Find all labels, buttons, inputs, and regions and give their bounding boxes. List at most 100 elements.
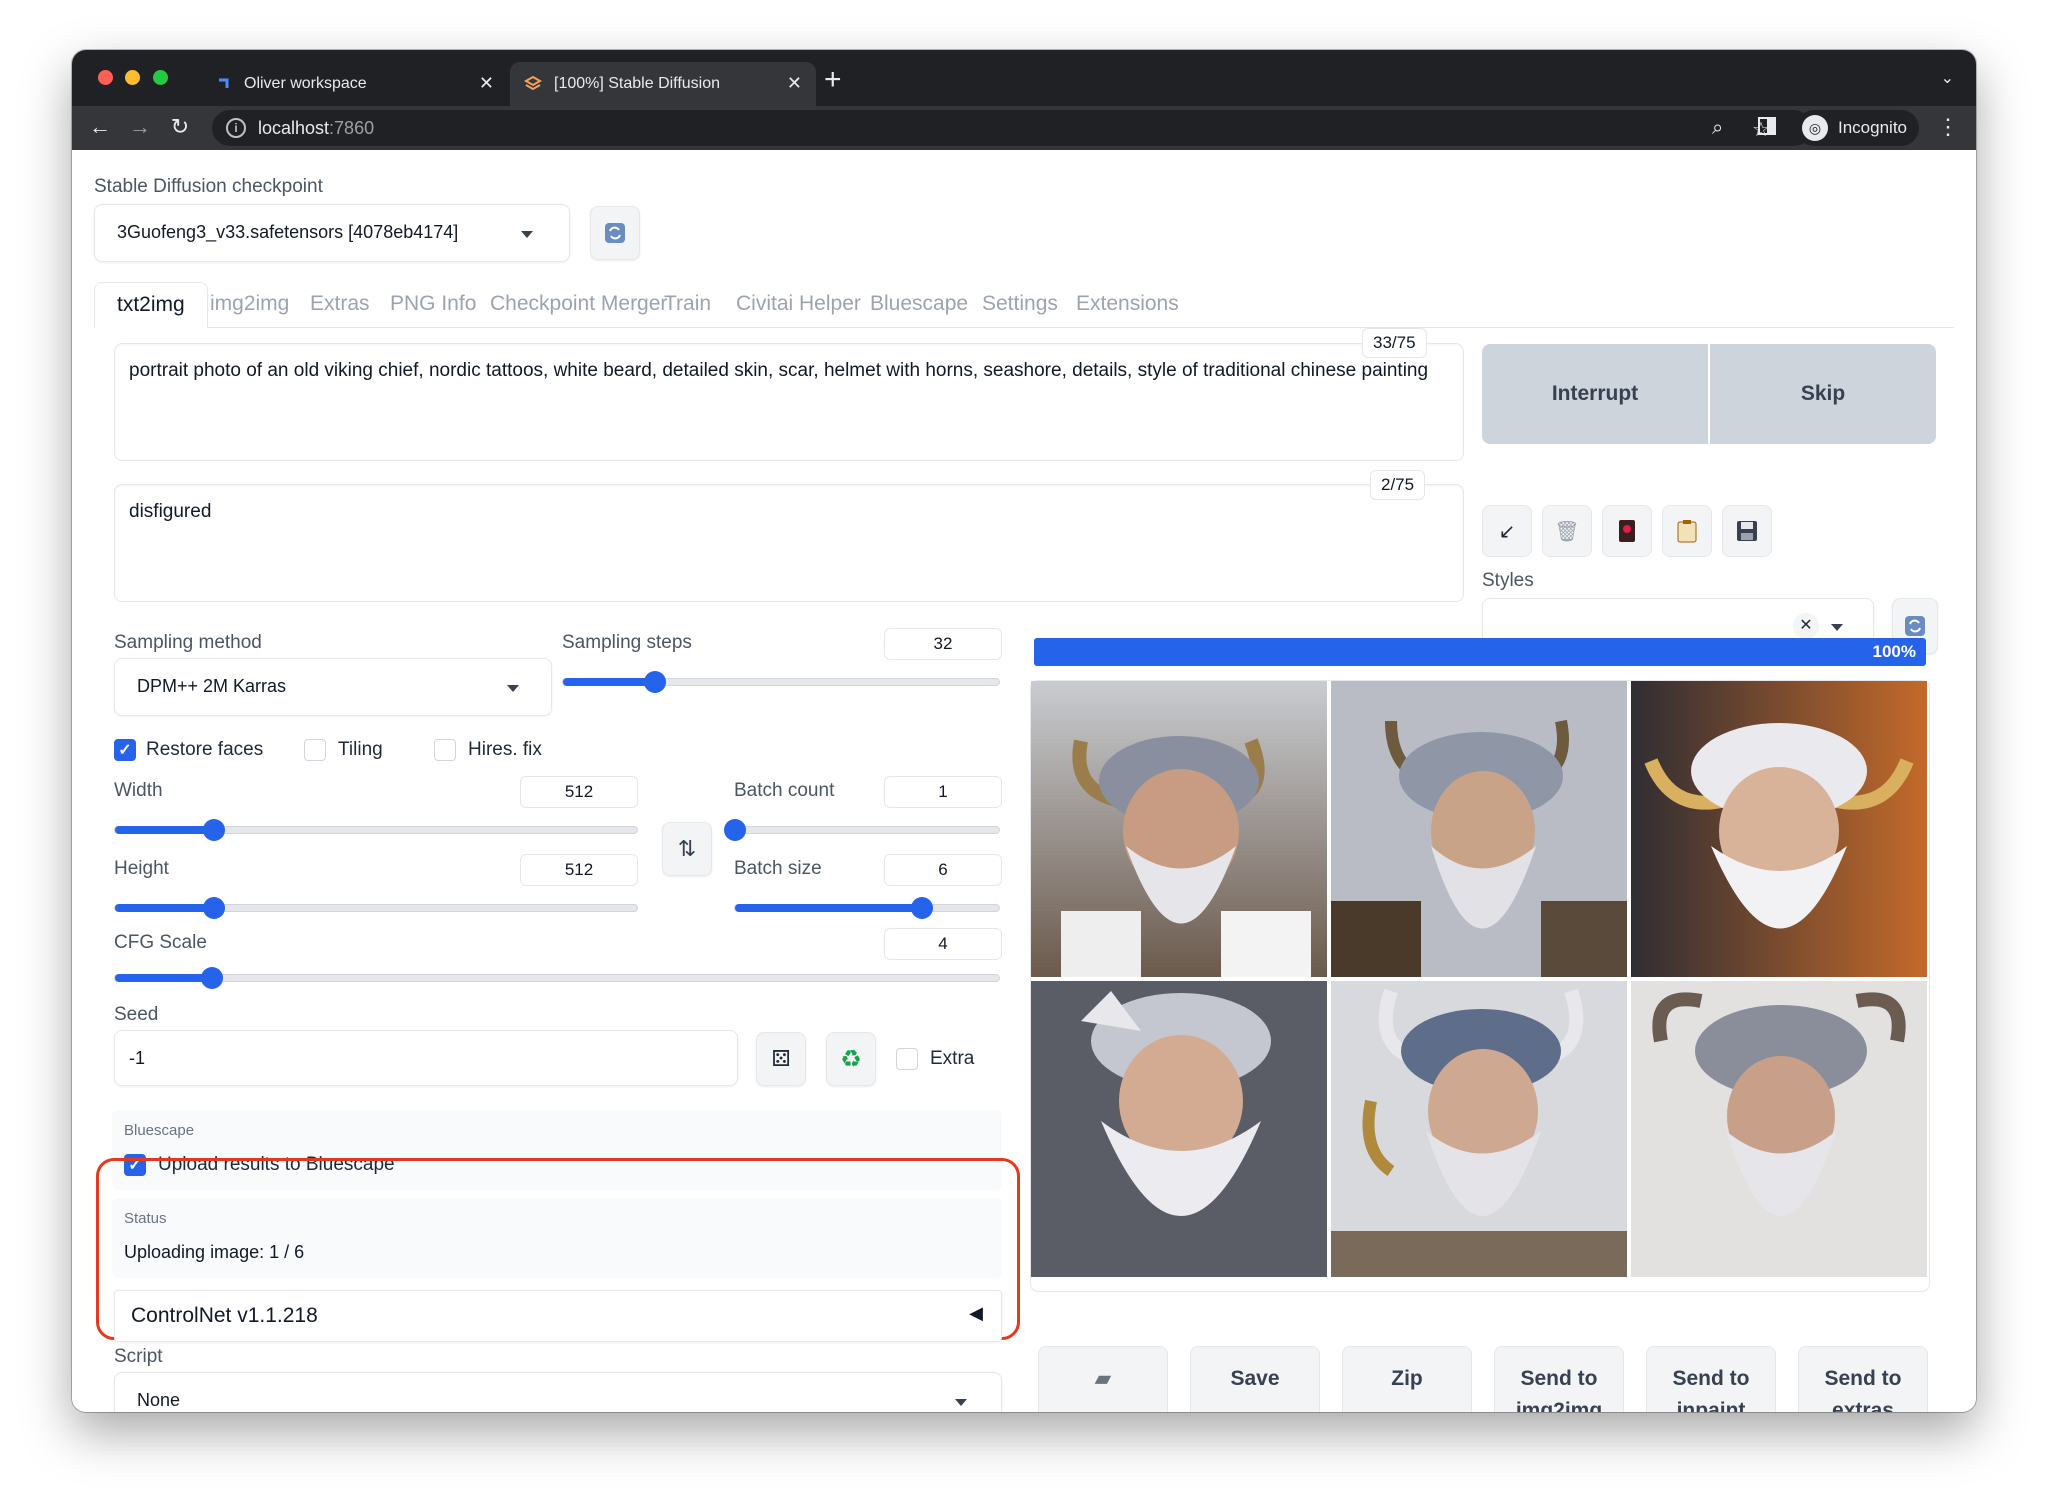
controlnet-accordion[interactable]: ControlNet v1.1.218 ◀ — [114, 1290, 1002, 1342]
negative-prompt-textarea[interactable]: disfigured — [114, 484, 1464, 602]
save-style-button[interactable] — [1722, 505, 1772, 557]
width-label: Width — [114, 780, 163, 801]
slider-thumb[interactable] — [724, 819, 746, 841]
main-tabs: txt2img img2img Extras PNG Info Checkpoi… — [94, 282, 1954, 328]
browser-window: Oliver workspace ✕ [100%] Stable Diffusi… — [72, 50, 1976, 1412]
batch-size-label: Batch size — [734, 858, 822, 879]
refresh-icon — [605, 223, 625, 243]
zoom-icon[interactable]: ⌕ — [1712, 117, 1723, 140]
send-to-inpaint-button[interactable]: Send to inpaint — [1646, 1346, 1776, 1412]
tab-png-info[interactable]: PNG Info — [390, 282, 476, 328]
script-dropdown[interactable]: None — [114, 1372, 1002, 1412]
open-folder-button[interactable]: ▰ — [1038, 1346, 1168, 1412]
chevron-down-icon — [521, 231, 533, 238]
refresh-checkpoint-button[interactable] — [590, 206, 640, 260]
sampling-steps-input[interactable]: 32 — [884, 628, 1002, 660]
tiling-checkbox[interactable] — [304, 739, 326, 761]
output-image[interactable] — [1031, 681, 1327, 977]
zip-button[interactable]: Zip — [1342, 1346, 1472, 1412]
restore-faces-checkbox[interactable]: ✓ — [114, 739, 136, 761]
tab-txt2img[interactable]: txt2img — [94, 282, 208, 328]
send-to-extras-button[interactable]: Send to extras — [1798, 1346, 1928, 1412]
output-image[interactable] — [1331, 981, 1627, 1277]
dice-icon: ⚄ — [771, 1046, 791, 1071]
cfg-scale-label: CFG Scale — [114, 932, 207, 953]
batch-size-slider[interactable] — [734, 897, 1000, 919]
browser-menu-icon[interactable]: ⋮ — [1934, 114, 1962, 140]
back-icon[interactable]: ← — [86, 114, 114, 140]
close-tab-icon[interactable]: ✕ — [479, 73, 494, 94]
slider-thumb[interactable] — [203, 897, 226, 919]
browser-tab-oliver[interactable]: Oliver workspace ✕ — [200, 62, 508, 106]
reuse-seed-button[interactable]: ♻ — [826, 1032, 876, 1086]
height-slider[interactable] — [114, 897, 638, 919]
tab-search-chevron-icon[interactable]: ⌄ — [1941, 68, 1954, 88]
width-slider[interactable] — [114, 819, 638, 841]
tab-extensions[interactable]: Extensions — [1076, 282, 1179, 328]
collapse-arrow-icon: ◀ — [969, 1303, 983, 1323]
tab-img2img[interactable]: img2img — [210, 282, 289, 328]
minimize-window-button[interactable] — [125, 70, 141, 85]
checkpoint-dropdown[interactable]: 3Guofeng3_v33.safetensors [4078eb4174] — [94, 204, 570, 262]
side-panel-icon[interactable] — [1758, 117, 1776, 141]
slider-thumb[interactable] — [201, 967, 224, 989]
site-info-icon[interactable]: i — [226, 118, 246, 138]
slider-thumb[interactable] — [911, 897, 934, 919]
sampling-method-dropdown[interactable]: DPM++ 2M Karras — [114, 658, 552, 716]
slider-thumb[interactable] — [643, 671, 666, 693]
swap-dimensions-button[interactable]: ⇅ — [662, 822, 712, 876]
incognito-label: Incognito — [1838, 118, 1907, 137]
output-image[interactable] — [1631, 981, 1927, 1277]
slider-thumb[interactable] — [203, 819, 226, 841]
read-params-button[interactable]: ↙ — [1482, 505, 1532, 557]
prompt-textarea[interactable]: portrait photo of an old viking chief, n… — [114, 343, 1464, 461]
new-tab-icon[interactable]: + — [824, 63, 842, 97]
reload-icon[interactable]: ↻ — [166, 114, 194, 140]
seed-input[interactable]: -1 — [114, 1030, 738, 1086]
trash-icon: 🗑 — [1554, 520, 1580, 543]
save-button[interactable]: Save — [1190, 1346, 1320, 1412]
bluescape-title: Bluescape — [124, 1122, 195, 1139]
interrupt-button[interactable]: Interrupt — [1482, 344, 1708, 444]
apply-style-button[interactable] — [1662, 505, 1712, 557]
output-image[interactable] — [1031, 981, 1327, 1277]
clear-prompt-button[interactable]: 🗑 — [1542, 505, 1592, 557]
clear-styles-icon[interactable]: ✕ — [1793, 613, 1819, 639]
send-to-img2img-button[interactable]: Send to img2img — [1494, 1346, 1624, 1412]
hires-fix-checkbox[interactable] — [434, 739, 456, 761]
tab-civitai-helper[interactable]: Civitai Helper — [736, 282, 861, 328]
batch-size-input[interactable]: 6 — [884, 854, 1002, 886]
chevron-down-icon — [1831, 624, 1843, 631]
batch-count-slider[interactable] — [724, 819, 1000, 841]
cfg-scale-input[interactable]: 4 — [884, 928, 1002, 960]
tab-settings[interactable]: Settings — [982, 282, 1058, 328]
script-label: Script — [114, 1346, 163, 1367]
output-image[interactable] — [1631, 681, 1927, 977]
width-input[interactable]: 512 — [520, 776, 638, 808]
close-window-button[interactable] — [98, 70, 113, 85]
tab-title: Oliver workspace — [244, 75, 367, 92]
sampling-method-value: DPM++ 2M Karras — [137, 676, 287, 696]
cfg-scale-slider[interactable] — [114, 967, 1000, 989]
height-input[interactable]: 512 — [520, 854, 638, 886]
tab-train[interactable]: Train — [664, 282, 711, 328]
random-seed-button[interactable]: ⚄ — [756, 1032, 806, 1086]
maximize-window-button[interactable] — [152, 70, 168, 85]
batch-count-input[interactable]: 1 — [884, 776, 1002, 808]
address-bar[interactable]: i localhost:7860 ⌕ ☆ — [212, 110, 1812, 146]
webui-content: Stable Diffusion checkpoint 3Guofeng3_v3… — [72, 150, 1976, 1412]
extra-seed-checkbox[interactable] — [896, 1048, 918, 1070]
output-image[interactable] — [1331, 681, 1627, 977]
extra-networks-button[interactable] — [1602, 505, 1652, 557]
close-tab-icon[interactable]: ✕ — [787, 73, 802, 94]
controlnet-title: ControlNet v1.1.218 — [131, 1304, 318, 1327]
tab-bluescape[interactable]: Bluescape — [870, 282, 968, 328]
browser-tab-stable-diffusion[interactable]: [100%] Stable Diffusion ✕ — [510, 62, 816, 106]
tab-checkpoint-merger[interactable]: Checkpoint Merger — [490, 282, 667, 328]
incognito-indicator[interactable]: ◎ Incognito — [1796, 110, 1919, 146]
script-value: None — [137, 1390, 181, 1410]
skip-button[interactable]: Skip — [1710, 344, 1936, 444]
forward-icon[interactable]: → — [126, 114, 154, 140]
sampling-steps-slider[interactable] — [562, 671, 1000, 693]
tab-extras[interactable]: Extras — [310, 282, 370, 328]
